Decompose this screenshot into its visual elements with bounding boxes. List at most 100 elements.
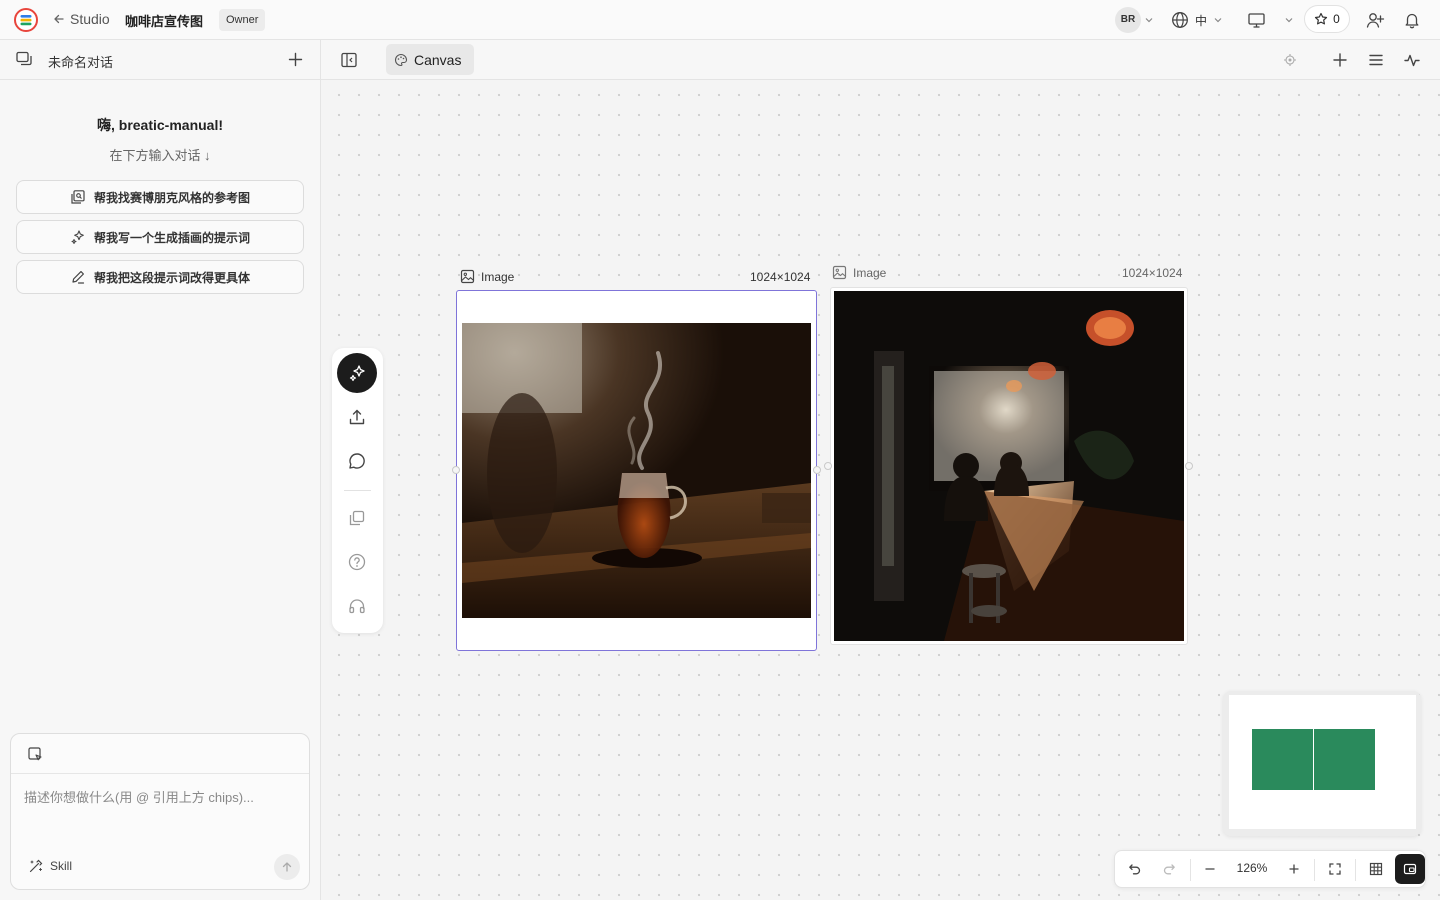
- collapse-sidebar-icon[interactable]: [340, 51, 358, 69]
- resize-handle-left[interactable]: [824, 462, 832, 470]
- top-bar: Studio 咖啡店宣传图 Owner BR 中 0: [0, 0, 1440, 40]
- canvas-tool-rail: [332, 348, 383, 633]
- image-icon: [832, 265, 847, 280]
- sparkles-icon: [347, 363, 367, 383]
- menu-icon[interactable]: [1367, 51, 1385, 69]
- copy-icon: [347, 508, 367, 528]
- image-node-selected[interactable]: [456, 290, 817, 651]
- chevron-down-icon: [1213, 15, 1223, 25]
- fit-view-button[interactable]: [1321, 855, 1349, 883]
- input-hint: 在下方输入对话 ↓: [109, 148, 211, 163]
- suggestion-chip-2[interactable]: 帮我写一个生成插画的提示词: [16, 220, 304, 254]
- divider: [1314, 859, 1315, 881]
- skill-button[interactable]: Skill: [28, 858, 72, 874]
- language-label: 中: [1195, 13, 1208, 28]
- comment-button[interactable]: [337, 441, 377, 481]
- device-preview-menu[interactable]: [1247, 7, 1294, 33]
- minimap-toggle-button[interactable]: [1395, 854, 1425, 884]
- project-name[interactable]: 咖啡店宣传图: [125, 11, 203, 30]
- help-button[interactable]: [337, 542, 377, 582]
- zoom-out-button[interactable]: [1196, 855, 1224, 883]
- new-chat-button[interactable]: [287, 51, 304, 68]
- support-button[interactable]: [337, 586, 377, 626]
- send-button[interactable]: [274, 854, 300, 880]
- suggestion-label: 帮我把这段提示词改得更具体: [93, 270, 250, 285]
- back-to-studio-link[interactable]: Studio: [53, 11, 110, 27]
- undo-icon: [1128, 862, 1142, 876]
- rail-divider: [344, 490, 371, 491]
- expand-icon: [1328, 862, 1342, 876]
- monitor-icon: [1247, 11, 1266, 29]
- suggestion-chip-3[interactable]: 帮我把这段提示词改得更具体: [16, 260, 304, 294]
- tab-label: Canvas: [414, 51, 462, 68]
- resize-handle-right[interactable]: [1185, 462, 1193, 470]
- image-node-label: Image: [460, 269, 514, 284]
- tab-canvas[interactable]: Canvas: [386, 44, 474, 75]
- redo-icon: [1162, 862, 1176, 876]
- activity-icon[interactable]: [1403, 51, 1421, 69]
- chat-input[interactable]: 描述你想做什么(用 @ 引用上方 chips)...: [24, 787, 254, 806]
- minus-icon: [1203, 862, 1217, 876]
- image-dimensions: 1024×1024: [750, 270, 811, 284]
- grid-icon: [1369, 862, 1383, 876]
- divider: [1190, 859, 1191, 881]
- language-switch[interactable]: 中: [1171, 7, 1223, 33]
- star-button[interactable]: 0: [1304, 5, 1350, 33]
- arrow-left-icon: [53, 13, 65, 25]
- image-label: Image: [481, 269, 515, 284]
- image-node-label: Image: [832, 265, 886, 280]
- image-node[interactable]: [830, 287, 1188, 645]
- coffee-image: [462, 323, 811, 618]
- canvas-area[interactable]: Image 1024×1024 Image 1024×1024 126%: [321, 80, 1440, 900]
- globe-icon: [1171, 11, 1189, 29]
- chat-header: 未命名对话: [0, 40, 320, 80]
- redo-button[interactable]: [1155, 855, 1183, 883]
- grid-toggle-button[interactable]: [1362, 855, 1390, 883]
- canvas-toolbar: Canvas: [321, 40, 1440, 80]
- pencil-icon: [70, 269, 86, 285]
- notifications-button[interactable]: [1403, 7, 1421, 33]
- avatar: BR: [1115, 7, 1141, 33]
- cafe-interior-image: [834, 291, 1184, 641]
- resize-handle-right[interactable]: [813, 466, 821, 474]
- divider: [1355, 859, 1356, 881]
- account-menu[interactable]: BR: [1115, 7, 1154, 33]
- ai-generate-button[interactable]: [337, 353, 377, 393]
- chat-sidebar: 未命名对话 嗨, breatic-manual! 在下方输入对话 ↓ 帮我找赛博…: [0, 40, 321, 900]
- image-label: Image: [853, 265, 887, 280]
- minimap[interactable]: [1223, 691, 1421, 836]
- attach-reference-icon[interactable]: [27, 746, 43, 762]
- suggestion-label: 帮我找赛博朋克风格的参考图: [93, 190, 250, 205]
- minimap-icon: [1403, 862, 1417, 876]
- input-toolbar: [11, 734, 309, 774]
- arrow-up-icon: [281, 861, 293, 873]
- locate-icon[interactable]: [1283, 53, 1297, 67]
- chevron-down-icon: [1284, 15, 1294, 25]
- suggestion-chip-1[interactable]: 帮我找赛博朋克风格的参考图: [16, 180, 304, 214]
- resize-handle-left[interactable]: [452, 466, 460, 474]
- chat-input-box: 描述你想做什么(用 @ 引用上方 chips)... Skill: [10, 733, 310, 890]
- star-icon: [1314, 12, 1328, 26]
- chats-icon[interactable]: [15, 50, 34, 69]
- undo-button[interactable]: [1121, 855, 1149, 883]
- bell-icon: [1403, 11, 1421, 29]
- palette-icon: [394, 53, 408, 67]
- invite-user-button[interactable]: [1365, 7, 1385, 33]
- user-plus-icon: [1365, 11, 1385, 29]
- headphones-icon: [347, 596, 367, 616]
- plus-icon: [1287, 862, 1301, 876]
- add-node-button[interactable]: [1331, 51, 1349, 69]
- minimap-viewport: [1229, 695, 1416, 829]
- question-circle-icon: [347, 552, 367, 572]
- image-dimensions: 1024×1024: [1122, 266, 1183, 280]
- suggestion-label: 帮我写一个生成插画的提示词: [93, 230, 250, 245]
- image-icon: [460, 269, 475, 284]
- zoom-in-button[interactable]: [1280, 855, 1308, 883]
- app-logo-icon[interactable]: [14, 8, 38, 32]
- zoom-level[interactable]: 126%: [1227, 861, 1277, 875]
- chat-title[interactable]: 未命名对话: [48, 52, 113, 71]
- upload-icon: [347, 407, 367, 427]
- assets-button[interactable]: [337, 498, 377, 538]
- zoom-controls: 126%: [1114, 850, 1426, 888]
- upload-button[interactable]: [337, 397, 377, 437]
